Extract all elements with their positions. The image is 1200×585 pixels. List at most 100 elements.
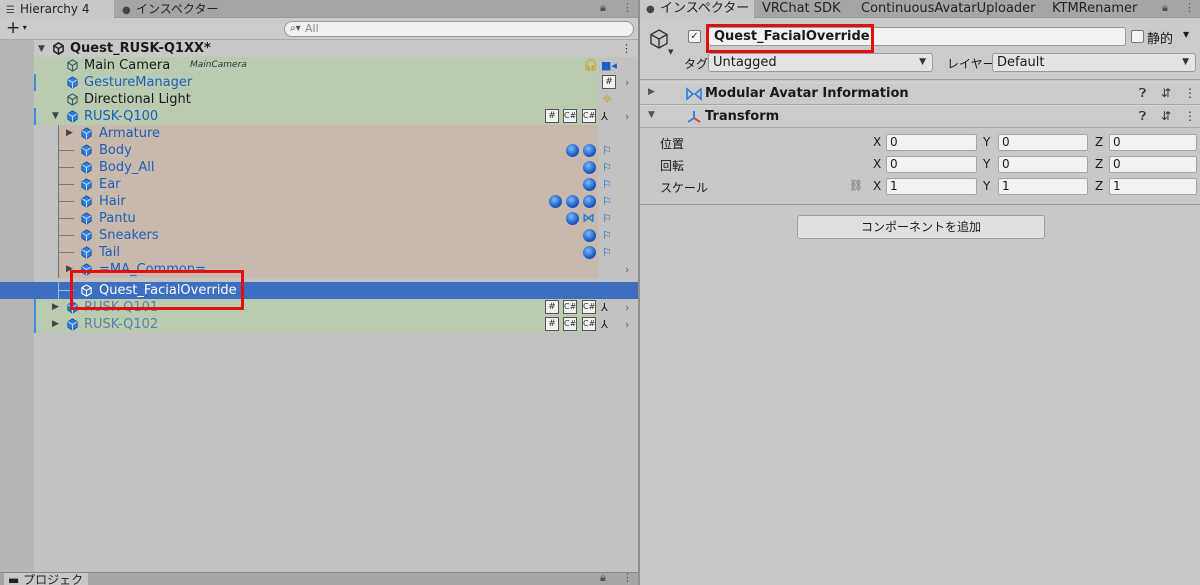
static-checkbox[interactable] (1131, 30, 1144, 43)
csharp-script-icon: C# (582, 300, 596, 314)
hierarchy-item-label: Body_All (99, 160, 155, 175)
chevron-right-icon[interactable]: › (625, 108, 629, 125)
hierarchy-item-armature[interactable]: ▶ Armature (0, 125, 638, 142)
expand-arrow-icon[interactable]: ▶ (648, 87, 655, 97)
hierarchy-item-body[interactable]: Body ⚐ (0, 142, 638, 159)
menu-kebab-icon[interactable]: ⋮ (622, 1, 633, 14)
expand-arrow-icon[interactable]: ▼ (52, 108, 59, 125)
chevron-right-icon[interactable]: › (625, 316, 629, 333)
script-hash-icon: # (602, 75, 616, 89)
chevron-right-icon[interactable]: › (625, 261, 629, 278)
material-sphere-icon (549, 195, 562, 208)
constrain-proportions-link-icon[interactable]: ⛓︎ (849, 179, 863, 192)
main-camera-tag: MainCamera (186, 59, 251, 72)
create-button[interactable]: + ▾ (6, 19, 27, 37)
layer-dropdown[interactable]: Default ▼ (992, 53, 1196, 72)
rotation-x-field[interactable]: 0 (886, 156, 977, 173)
menu-kebab-icon[interactable]: ⋮ (622, 571, 633, 584)
unity-scene-icon (53, 42, 64, 55)
gameobject-cube-icon (81, 144, 92, 157)
lock-icon[interactable]: 🔒︎ (1162, 1, 1168, 15)
component-kebab-icon[interactable]: ⋮ (1184, 86, 1196, 100)
hierarchy-tabbar: ☰ Hierarchy 4 ● インスペクター 🔒︎ ⋮ (0, 0, 638, 18)
tag-value: Untagged (713, 55, 777, 70)
tab-inspector-2[interactable]: ● インスペクター (116, 0, 246, 18)
hierarchy-item-gesture-manager[interactable]: GestureManager # › (0, 74, 638, 91)
position-z-field[interactable]: 0 (1109, 134, 1197, 151)
csharp-script-icon: C# (563, 300, 577, 314)
tab-label: ContinuousAvatarUploader (861, 1, 1036, 16)
blendshape-icon: ⚐ (602, 144, 612, 157)
material-sphere-icon (583, 229, 596, 242)
tab-label: VRChat SDK (762, 1, 841, 16)
menu-kebab-icon[interactable]: ⋮ (1184, 1, 1195, 14)
tab-hierarchy[interactable]: ☰ Hierarchy 4 (0, 0, 114, 18)
position-x-field[interactable]: 0 (886, 134, 977, 151)
active-checkbox[interactable]: ✓ (688, 30, 701, 43)
material-sphere-icon (583, 161, 596, 174)
rotation-z-field[interactable]: 0 (1109, 156, 1197, 173)
gameobject-cube-icon (67, 76, 78, 89)
chevron-down-icon[interactable]: ▼ (1183, 30, 1189, 39)
scale-x-field[interactable]: 1 (886, 178, 977, 195)
expand-arrow-icon[interactable]: ▼ (648, 110, 655, 120)
hierarchy-item-label: Tail (99, 245, 120, 260)
tab-inspector-2-label: インスペクター (136, 2, 219, 16)
expand-arrow-icon[interactable]: ▶ (52, 316, 59, 333)
hierarchy-item-directional-light[interactable]: Directional Light ☼ (0, 91, 638, 108)
tab-inspector[interactable]: ● インスペクター (640, 0, 754, 18)
tab-vrchat-sdk[interactable]: VRChat SDK (756, 0, 852, 18)
chevron-right-icon[interactable]: › (625, 299, 629, 316)
add-component-button[interactable]: コンポーネントを追加 (797, 215, 1045, 239)
chevron-right-icon[interactable]: › (625, 74, 629, 91)
field-value: 0 (1002, 157, 1010, 171)
expand-arrow-icon[interactable]: ▶ (66, 125, 73, 142)
scale-z-field[interactable]: 1 (1109, 178, 1197, 195)
field-value: 0 (890, 157, 898, 171)
material-sphere-icon (566, 212, 579, 225)
hierarchy-item-hair[interactable]: Hair ⚐ (0, 193, 638, 210)
expand-arrow-icon[interactable]: ▶ (52, 299, 59, 316)
hierarchy-item-body-all[interactable]: Body_All ⚐ (0, 159, 638, 176)
tab-label: KTMRenamer (1052, 1, 1138, 16)
hierarchy-item-ear[interactable]: Ear ⚐ (0, 176, 638, 193)
tab-project[interactable]: ▬ プロジェクト (4, 573, 88, 585)
hierarchy-item-main-camera[interactable]: Main Camera MainCamera 🎧︎ ■◂ (0, 57, 638, 74)
chevron-down-icon[interactable]: ▼ (668, 48, 673, 56)
material-sphere-icon (583, 144, 596, 157)
tag-dropdown[interactable]: Untagged ▼ (708, 53, 933, 72)
component-modular-avatar-information[interactable]: ▶ Modular Avatar Information ❓︎ ⇵ ⋮ (640, 82, 1200, 105)
hierarchy-item-pantu[interactable]: Pantu ⋈ ⚐ (0, 210, 638, 227)
axis-x-label: X (873, 135, 882, 149)
hierarchy-search-input[interactable]: ⌕▾ All (284, 21, 634, 37)
prefab-branch-icon: ⅄ (601, 301, 608, 314)
hierarchy-item-label: Hair (99, 194, 126, 209)
tab-ktm-renamer[interactable]: KTMRenamer (1046, 0, 1156, 18)
component-kebab-icon[interactable]: ⋮ (1184, 109, 1196, 123)
preset-sliders-icon[interactable]: ⇵ (1161, 86, 1171, 100)
lock-icon[interactable]: 🔒︎ (600, 1, 606, 15)
prefab-branch-icon: ⅄ (601, 110, 608, 123)
hierarchy-item-label: Main Camera (84, 58, 171, 73)
tab-continuous-avatar-uploader[interactable]: ContinuousAvatarUploader (855, 0, 1045, 18)
expand-arrow-icon[interactable]: ▼ (38, 41, 45, 58)
preset-sliders-icon[interactable]: ⇵ (1161, 109, 1171, 123)
help-icon[interactable]: ❓︎ (1139, 109, 1146, 124)
scale-y-field[interactable]: 1 (998, 178, 1088, 195)
axis-x-label: X (873, 157, 882, 171)
inspector-panel: ● インスペクター VRChat SDK ContinuousAvatarUplo… (640, 0, 1200, 585)
scene-kebab-icon[interactable]: ⋮ (621, 40, 632, 57)
blendshape-icon: ⚐ (602, 246, 612, 259)
hierarchy-item-rusk-q100[interactable]: ▼ RUSK-Q100 # C# C# ⅄ › (0, 108, 638, 125)
hierarchy-item-sneakers[interactable]: Sneakers ⚐ (0, 227, 638, 244)
scene-row[interactable]: ▼ Quest_RUSK-Q1XX* ⋮ (0, 40, 638, 57)
lock-icon[interactable]: 🔒︎ (600, 571, 606, 585)
component-transform[interactable]: ▼ Transform ❓︎ ⇵ ⋮ (640, 105, 1200, 128)
position-y-field[interactable]: 0 (998, 134, 1088, 151)
hierarchy-item-tail[interactable]: Tail ⚐ (0, 244, 638, 261)
help-icon[interactable]: ❓︎ (1139, 86, 1146, 101)
gameobject-outline-icon[interactable] (648, 28, 670, 50)
rotation-y-field[interactable]: 0 (998, 156, 1088, 173)
blendshape-icon: ⚐ (602, 229, 612, 242)
hierarchy-item-rusk-q102[interactable]: ▶ RUSK-Q102 # C# C# ⅄ › (0, 316, 638, 333)
